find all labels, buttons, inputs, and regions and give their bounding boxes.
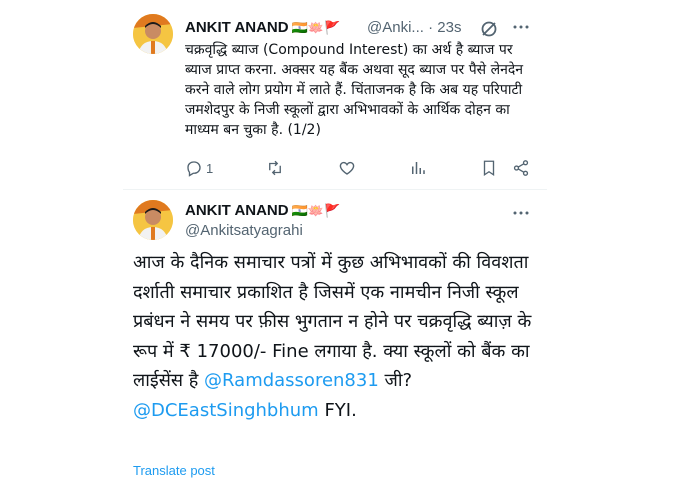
tweet-text-part: FYI.: [318, 399, 357, 421]
tweet-text: आज के दैनिक समाचार पत्रों में कुछ अभिभाव…: [133, 248, 538, 425]
bookmark-icon[interactable]: [480, 159, 498, 177]
translate-post-link[interactable]: Translate post: [133, 463, 215, 478]
mention-link[interactable]: @Ramdassoren831: [204, 370, 379, 391]
more-horizontal-icon[interactable]: [510, 204, 532, 224]
reply-count: 1: [206, 160, 214, 176]
reply-icon: [187, 161, 201, 177]
author-name-text[interactable]: ANKIT ANAND: [185, 19, 289, 36]
mention-link[interactable]: @DCEastSinghbhum: [133, 400, 319, 421]
tweet-text: चक्रवृद्धि ब्याज (Compound Interest) का …: [185, 42, 524, 138]
separator: ·: [428, 19, 434, 36]
heart-icon: [339, 161, 354, 175]
tweet-text-part: जी?: [378, 370, 413, 391]
grok-icon[interactable]: [480, 20, 498, 38]
author-handle[interactable]: @Anki... · 23s: [367, 19, 461, 36]
author-badges: 🇮🇳🪷🚩: [291, 20, 341, 35]
avatar-image: [133, 14, 173, 54]
views-button[interactable]: [409, 159, 427, 177]
author-handle[interactable]: @Ankitsatyagrahi: [185, 222, 303, 239]
retweet-icon: [269, 160, 282, 176]
right-actions: [480, 159, 530, 177]
author-badges: 🇮🇳🪷🚩: [291, 203, 341, 218]
author-handle-text[interactable]: @Anki...: [367, 19, 424, 36]
timestamp[interactable]: 23s: [437, 19, 461, 36]
like-button[interactable]: [338, 159, 356, 177]
tweet-thread: ANKIT ANAND 🇮🇳🪷🚩 @Anki... · 23s चक्रवृद्ध…: [123, 0, 547, 493]
author-name-text[interactable]: ANKIT ANAND: [185, 202, 289, 219]
reply-button[interactable]: 1: [185, 159, 213, 177]
retweet-button[interactable]: [266, 159, 284, 177]
more-horizontal-icon[interactable]: [510, 18, 532, 38]
avatar[interactable]: [133, 200, 173, 240]
author-name[interactable]: ANKIT ANAND 🇮🇳🪷🚩: [185, 202, 340, 219]
author-name[interactable]: ANKIT ANAND 🇮🇳🪷🚩: [185, 19, 340, 36]
action-bar: 1: [185, 158, 530, 178]
avatar-image: [133, 200, 173, 240]
share-icon[interactable]: [512, 159, 530, 177]
tweet-divider: [123, 189, 547, 190]
views-chart-icon: [411, 162, 425, 174]
avatar[interactable]: [133, 14, 173, 54]
